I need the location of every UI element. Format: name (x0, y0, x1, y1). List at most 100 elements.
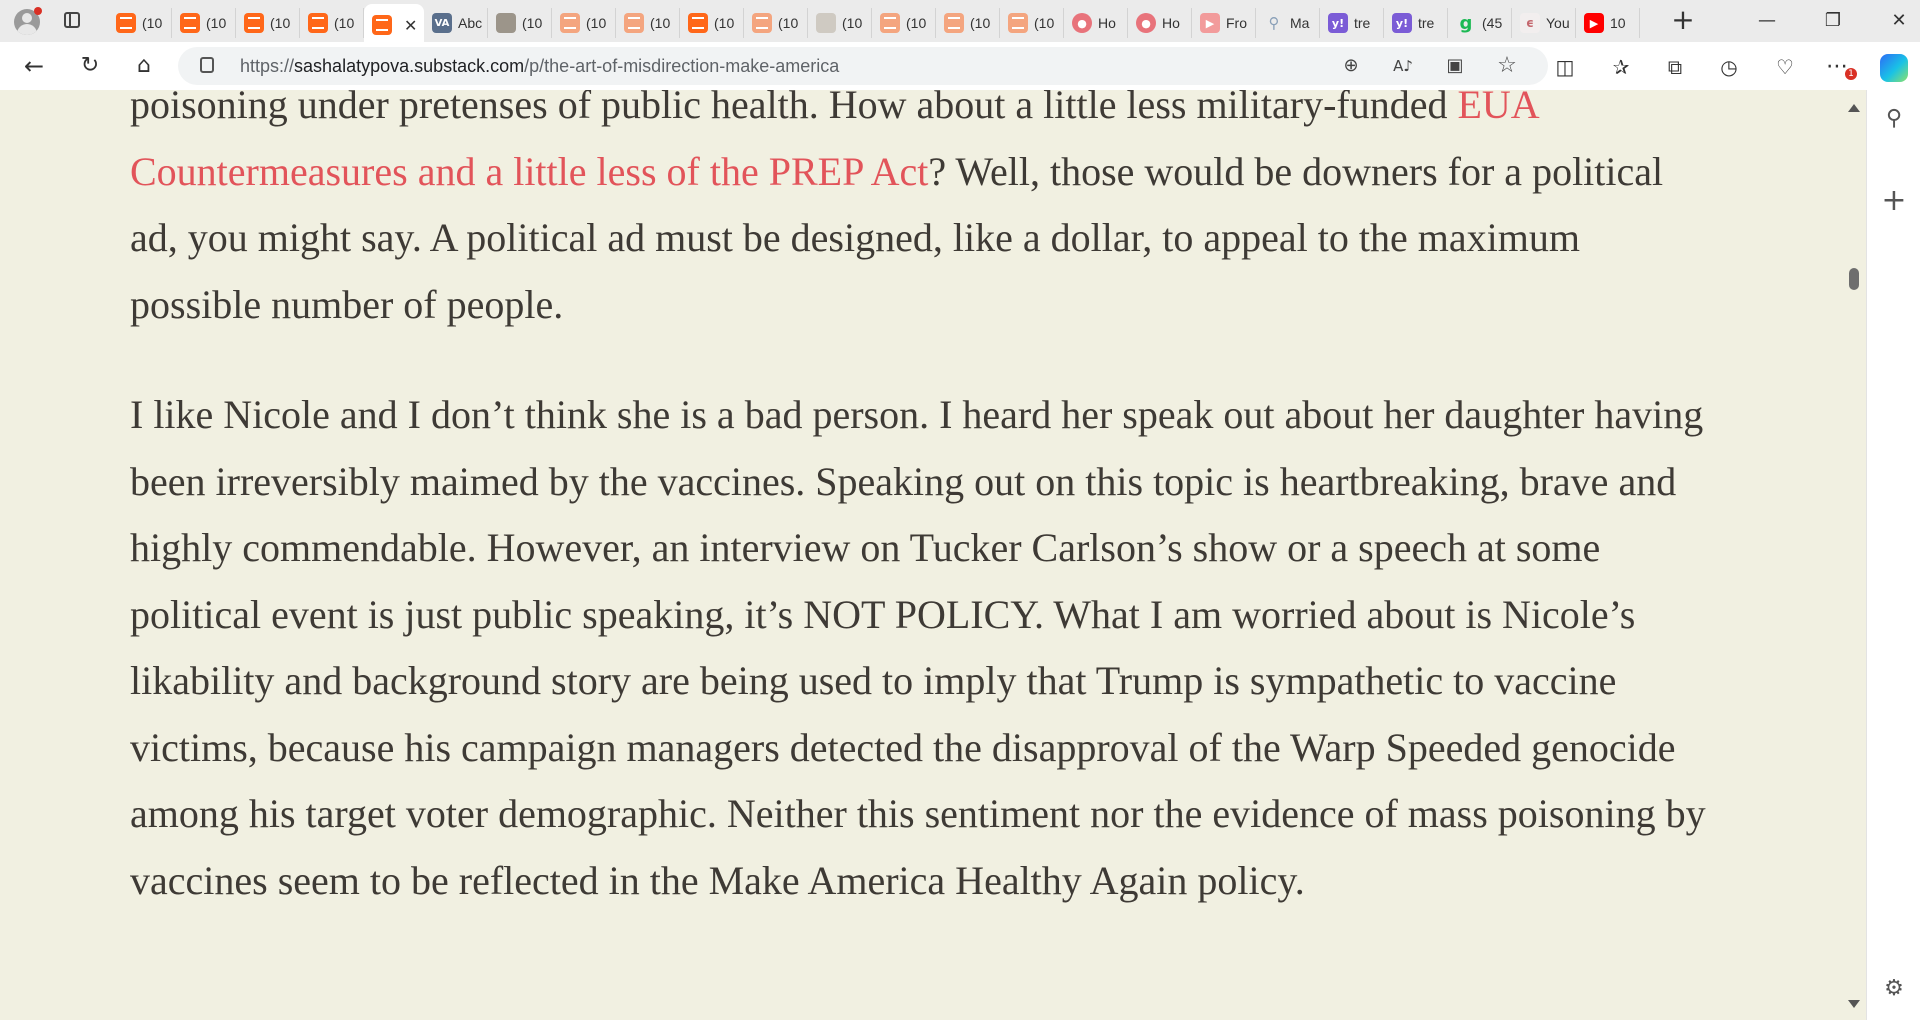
tab-list: (10 (10 (10 (10 ✕ VA Abc (10 (10 (10 (10 (10 (10 (10 (… (108, 4, 1640, 42)
tab[interactable]: (10 (872, 8, 936, 38)
tab-active[interactable]: ✕ (364, 4, 424, 42)
site-info-icon[interactable] (200, 57, 214, 73)
tab-title: You (1546, 15, 1570, 31)
tab[interactable]: y! tre (1384, 8, 1448, 38)
tab-title: (10 (142, 15, 163, 31)
tab[interactable]: ● Ho (1128, 8, 1192, 38)
tab[interactable]: (10 (680, 8, 744, 38)
tab-title: Fro (1226, 15, 1247, 31)
photo-icon (496, 13, 516, 33)
maximize-button[interactable]: ❐ (1810, 8, 1856, 34)
tab-title: (10 (206, 15, 227, 31)
reload-button[interactable]: ↻ (74, 50, 106, 82)
substack-icon (180, 13, 200, 33)
tab[interactable]: (10 (488, 8, 552, 38)
edge-sidebar: ⚲ + ⚙ (1866, 90, 1920, 1020)
tab-title: Ma (1290, 15, 1310, 31)
page-scrollbar[interactable] (1842, 90, 1866, 1020)
substack-icon (372, 15, 392, 35)
yahoo-icon: y! (1328, 13, 1348, 33)
tab[interactable]: g (45 (1448, 8, 1512, 38)
tab[interactable]: (10 (108, 8, 172, 38)
substack-icon (244, 13, 264, 33)
collections-icon[interactable]: ⧉ (1660, 52, 1690, 82)
tab-title: (45 (1482, 15, 1503, 31)
sidebar-search-icon[interactable]: ⚲ (1879, 104, 1909, 134)
tab-title: (10 (650, 15, 671, 31)
tab[interactable]: (10 (936, 8, 1000, 38)
minimize-button[interactable]: — (1744, 8, 1790, 34)
history-icon[interactable]: ◷ (1714, 52, 1744, 82)
tab[interactable]: ▶ Fro (1192, 8, 1256, 38)
tab-title: (10 (270, 15, 291, 31)
article-paragraph: poisoning under pretenses of public heal… (130, 90, 1720, 338)
tab[interactable]: (10 (808, 8, 872, 38)
tab-title: Ho (1098, 15, 1116, 31)
substack-faded-icon (880, 13, 900, 33)
tab-title: 10 (1610, 15, 1626, 31)
tab[interactable]: ϵ You (1512, 8, 1576, 38)
tab-title: (10 (522, 15, 543, 31)
close-tab-icon[interactable]: ✕ (404, 16, 417, 35)
home-button[interactable]: ⌂ (128, 50, 160, 82)
scroll-down-arrow-icon[interactable] (1848, 1000, 1860, 1008)
back-button[interactable]: ← (18, 50, 50, 82)
tab[interactable]: (10 (172, 8, 236, 38)
person-icon (816, 13, 836, 33)
tab-title: (10 (586, 15, 607, 31)
youtube-icon: ▶ (1584, 13, 1604, 33)
search-icon: ⚲ (1268, 14, 1280, 32)
tab-title: (10 (906, 15, 927, 31)
tab[interactable]: ● Ho (1064, 8, 1128, 38)
substack-icon (308, 13, 328, 33)
va-icon: VA (432, 13, 452, 33)
close-window-button[interactable]: ✕ (1876, 8, 1920, 34)
immersive-reader-icon[interactable]: ▣ (1442, 53, 1468, 79)
tab[interactable]: VA Abc (424, 8, 488, 38)
url-host: sashalatypova.substack.com (294, 56, 525, 76)
browser-essentials-icon[interactable]: ♡ (1770, 52, 1800, 82)
tab[interactable]: (10 (616, 8, 680, 38)
tab[interactable]: ⚲ Ma (1256, 8, 1320, 38)
zoom-icon[interactable]: ⊕ (1338, 53, 1364, 79)
paragraph-text: poisoning under pretenses of public heal… (130, 90, 1458, 127)
tab[interactable]: (10 (744, 8, 808, 38)
tab[interactable]: y! tre (1320, 8, 1384, 38)
read-aloud-icon[interactable]: A♪ (1390, 53, 1416, 79)
sidebar-add-icon[interactable]: + (1879, 186, 1909, 216)
tab[interactable]: (10 (552, 8, 616, 38)
favorites-icon[interactable]: ✰ (1606, 52, 1636, 82)
yahoo-icon: y! (1392, 13, 1412, 33)
address-bar[interactable]: https://sashalatypova.substack.com/p/the… (178, 47, 1548, 85)
substack-faded-icon (1008, 13, 1028, 33)
tab-strip: (10 (10 (10 (10 ✕ VA Abc (10 (10 (10 (10 (10 (10 (10 (… (0, 0, 1920, 42)
tab-title: (10 (334, 15, 355, 31)
scroll-up-arrow-icon[interactable] (1848, 104, 1860, 112)
url-path: /p/the-art-of-misdirection-make-america (524, 56, 840, 76)
scrollbar-thumb[interactable] (1849, 268, 1859, 290)
youtube-faded-icon: ▶ (1200, 13, 1220, 33)
tab-title: (10 (842, 15, 863, 31)
tab-title: (10 (970, 15, 991, 31)
tab[interactable]: ▶ 10 (1576, 8, 1640, 38)
tab-title: (10 (714, 15, 735, 31)
substack-icon (116, 13, 136, 33)
url-scheme: https:// (240, 56, 295, 76)
new-tab-button[interactable]: + (1668, 6, 1698, 36)
article-body: poisoning under pretenses of public heal… (130, 90, 1720, 914)
tab[interactable]: (10 (300, 8, 364, 38)
favorite-star-icon[interactable]: ☆ (1494, 53, 1520, 79)
tab-actions-icon[interactable] (64, 12, 80, 28)
tab[interactable]: (10 (1000, 8, 1064, 38)
profile-notification-dot (34, 7, 42, 15)
url-text[interactable]: https://sashalatypova.substack.com/p/the… (240, 56, 839, 77)
substack-faded-icon (944, 13, 964, 33)
tab-title: (10 (1034, 15, 1055, 31)
article-paragraph: I like Nicole and I don’t think she is a… (130, 392, 1706, 903)
substack-icon (688, 13, 708, 33)
substack-faded-icon (560, 13, 580, 33)
copilot-icon[interactable] (1880, 54, 1908, 82)
split-screen-icon[interactable]: ◫ (1550, 52, 1580, 82)
tab[interactable]: (10 (236, 8, 300, 38)
sidebar-settings-gear-icon[interactable]: ⚙ (1879, 974, 1909, 1004)
